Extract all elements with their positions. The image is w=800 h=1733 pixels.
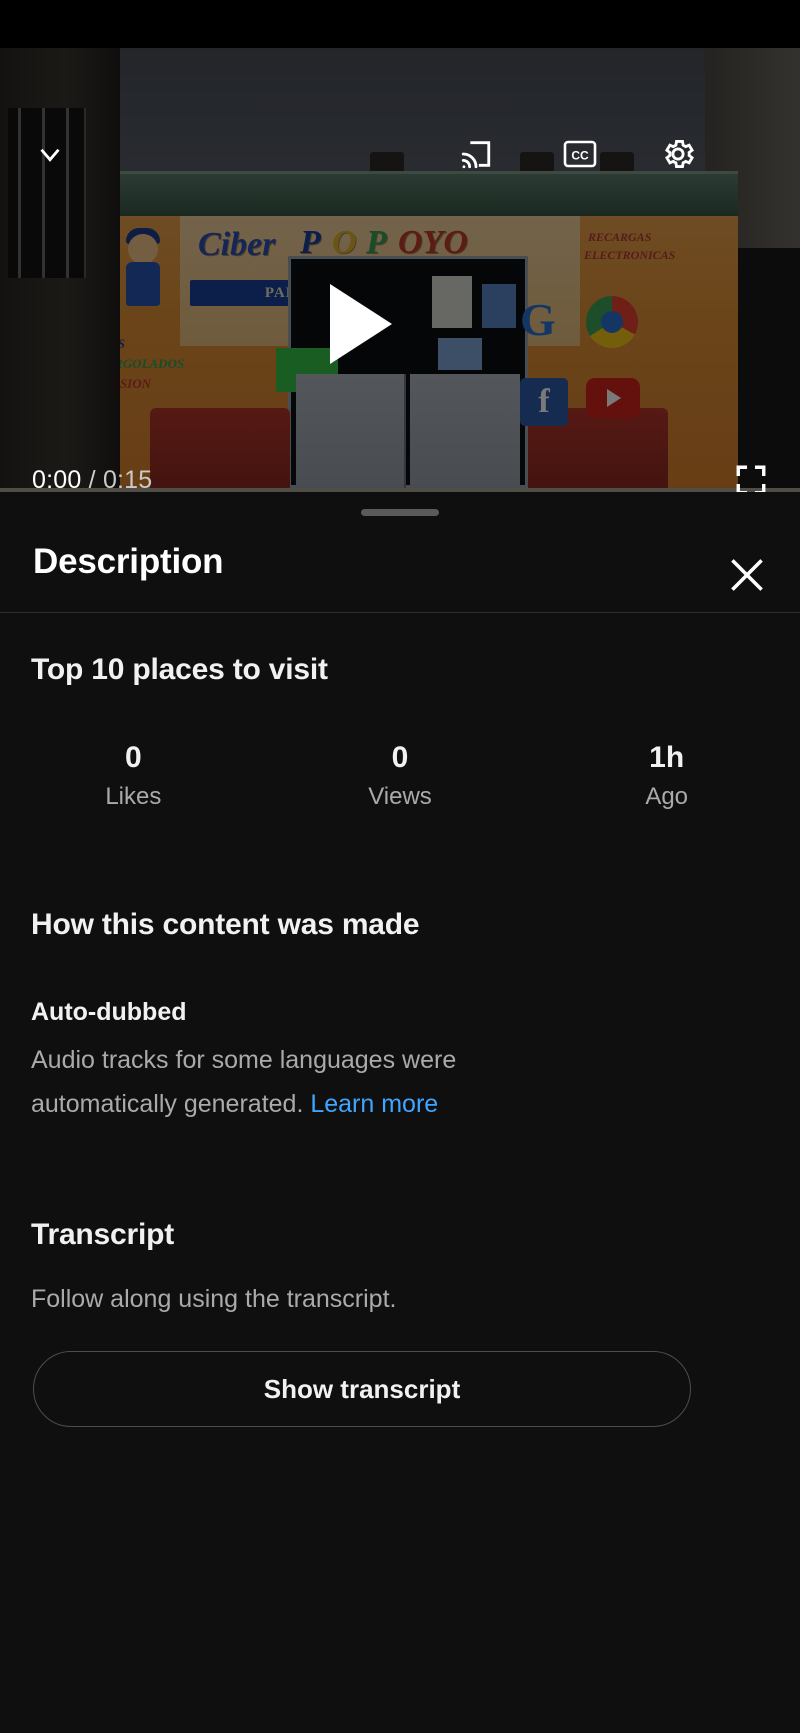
video-player[interactable]: Ciber P O P OYO PAPELERIA POCOYO RECARGA…: [0, 48, 800, 540]
close-button[interactable]: [722, 550, 772, 600]
learn-more-link[interactable]: Learn more: [310, 1090, 438, 1118]
status-bar: [0, 0, 800, 48]
stat-likes: 0 Likes: [0, 738, 267, 816]
stat-label: Views: [368, 783, 432, 810]
play-button[interactable]: [330, 284, 392, 364]
close-icon: [731, 559, 763, 591]
description-bottom-sheet: Description Top 10 places to visit 0 Lik…: [0, 492, 800, 1733]
how-content-made-heading: How this content was made: [31, 908, 420, 941]
time-separator: /: [88, 466, 96, 494]
duration: 0:15: [102, 466, 153, 494]
auto-dubbed-label: Auto-dubbed: [31, 998, 187, 1026]
auto-dubbed-description: Audio tracks for some languages were aut…: [31, 1038, 591, 1126]
collapse-player-button[interactable]: [22, 126, 78, 182]
stat-views: 0 Views: [267, 738, 534, 816]
stat-label: Likes: [105, 783, 162, 810]
show-transcript-button[interactable]: Show transcript: [33, 1351, 691, 1427]
transcript-heading: Transcript: [31, 1218, 175, 1251]
gear-icon: [665, 139, 694, 169]
stat-value: 0: [124, 741, 142, 774]
current-time: 0:00: [32, 466, 82, 494]
youtube-video-description-screen: Ciber P O P OYO PAPELERIA POCOYO RECARGA…: [0, 0, 800, 1733]
svg-text:CC: CC: [571, 149, 589, 163]
stat-label: Ago: [645, 783, 689, 810]
chevron-down-icon: [40, 148, 60, 162]
video-stats-row: 0 Likes 0 Views 1h Ago: [0, 738, 800, 816]
captions-button[interactable]: CC: [552, 126, 608, 182]
stat-value: 1h: [649, 741, 685, 774]
sheet-drag-handle[interactable]: [361, 509, 439, 516]
page-title: Description: [33, 542, 224, 581]
cast-button[interactable]: [448, 126, 504, 182]
stat-value: 0: [391, 741, 409, 774]
time-display: 0:00 / 0:15: [32, 466, 152, 495]
sheet-header: Description: [0, 530, 800, 612]
cast-icon: [461, 141, 491, 169]
header-divider: [0, 612, 800, 613]
stat-upload-age: 1h Ago: [533, 738, 800, 816]
settings-button[interactable]: [650, 126, 706, 182]
closed-captions-icon: CC: [563, 140, 597, 168]
video-title: Top 10 places to visit: [31, 653, 328, 686]
transcript-description: Follow along using the transcript.: [31, 1285, 397, 1313]
